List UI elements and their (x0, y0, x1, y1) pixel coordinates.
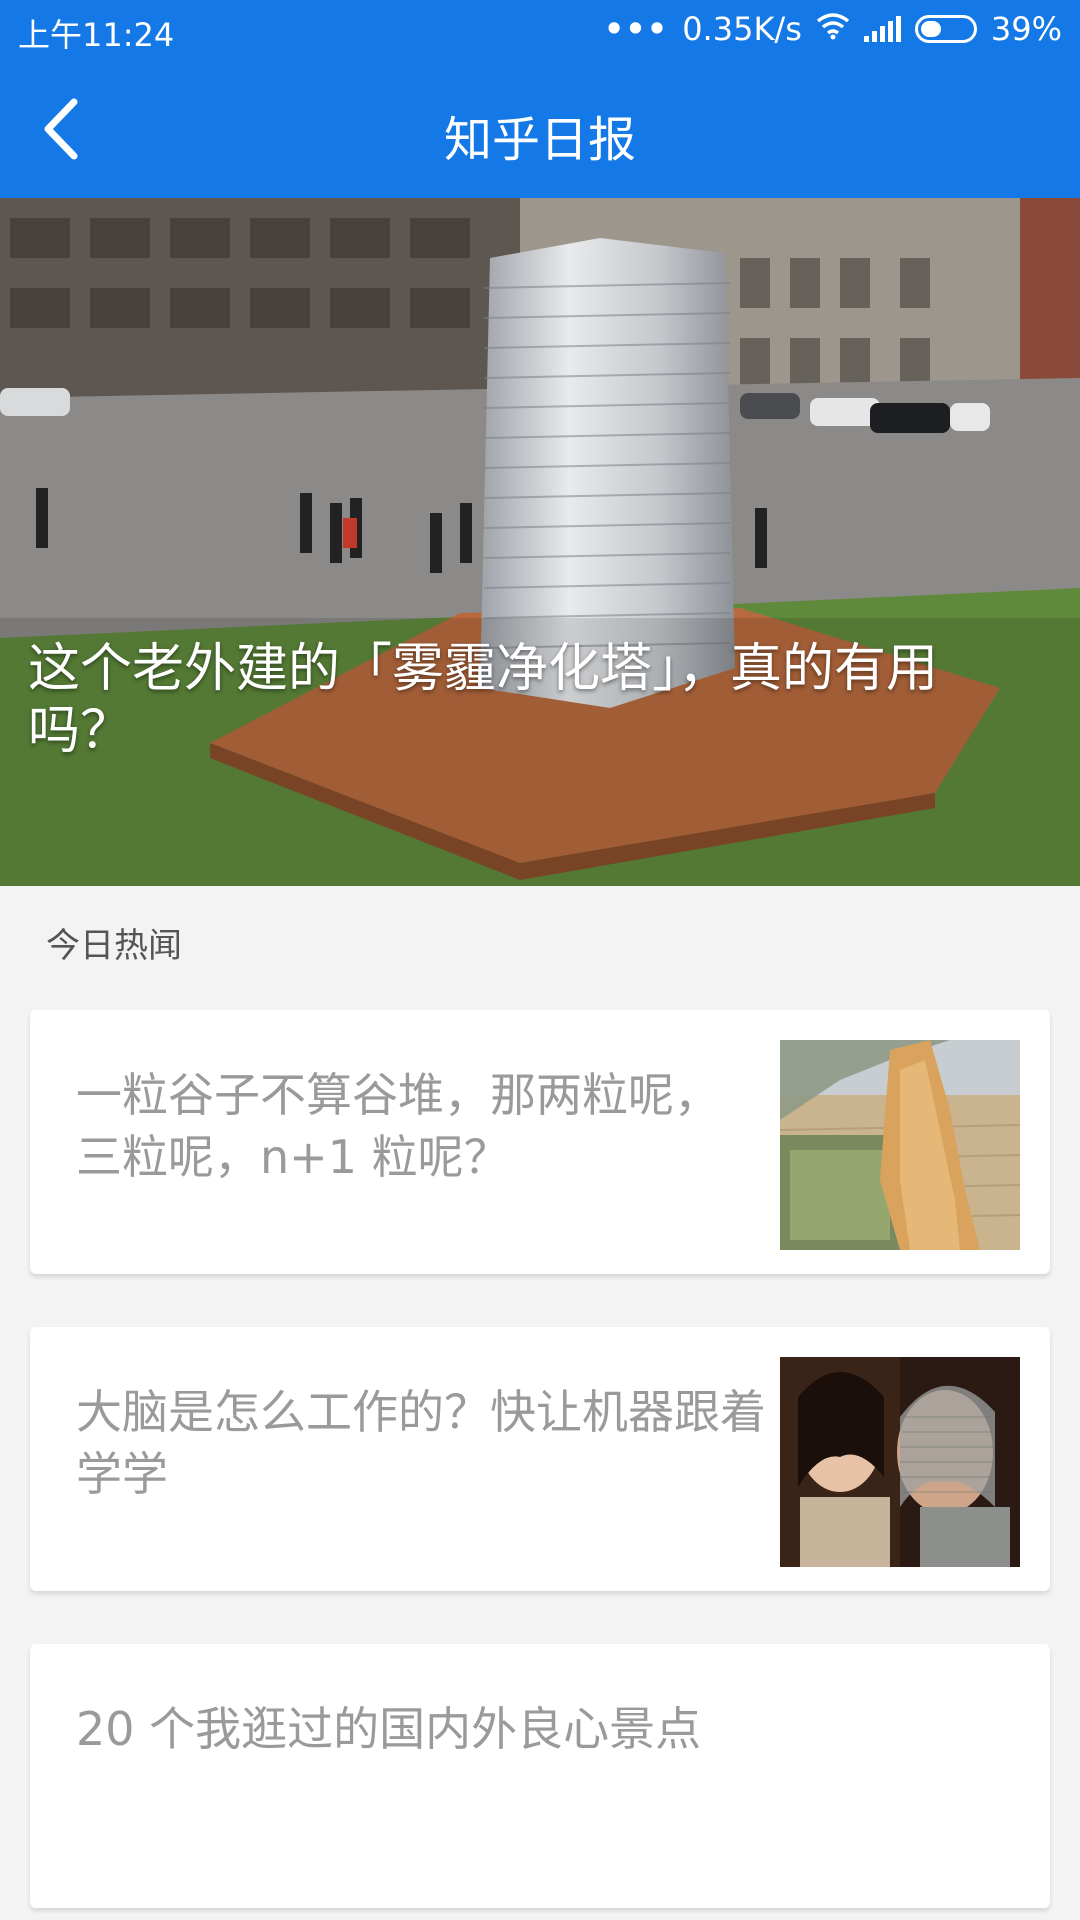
story-title: 一粒谷子不算谷堆，那两粒呢，三粒呢，n+1 粒呢？ (76, 1068, 720, 1184)
app-title: 知乎日报 (443, 112, 636, 168)
story-card[interactable]: 大脑是怎么工作的？快让机器跟着学学 (30, 1327, 1050, 1591)
hero-image (0, 198, 1080, 886)
story-card[interactable]: 20 个我逛过的国内外良心景点 (30, 1644, 1050, 1908)
network-speed: 0.35K/s (682, 10, 802, 48)
battery-icon (914, 15, 977, 43)
story-thumbnail-grain (780, 1040, 1020, 1250)
status-indicators: ••• 0.35K/s 39% (604, 10, 1062, 48)
battery-percent: 39% (990, 10, 1062, 48)
hero-title: 这个老外建的「雾霾净化塔」，真的有用吗？ (28, 639, 939, 761)
app-bar: 知乎日报 (0, 60, 1080, 198)
story-title: 大脑是怎么工作的？快让机器跟着学学 (76, 1385, 766, 1501)
story-thumbnail-robot (780, 1357, 1020, 1567)
story-title: 20 个我逛过的国内外良心景点 (76, 1702, 702, 1756)
signal-icon (863, 16, 901, 42)
story-card[interactable]: 一粒谷子不算谷堆，那两粒呢，三粒呢，n+1 粒呢？ (30, 1010, 1050, 1274)
more-dots-icon: ••• (603, 10, 669, 48)
status-time: 上午11:24 (18, 16, 175, 54)
section-header: 今日热闻 (46, 926, 182, 966)
battery-fill (920, 21, 941, 37)
hero-story[interactable]: 这个老外建的「雾霾净化塔」，真的有用吗？ (0, 198, 1080, 886)
wifi-icon (816, 10, 850, 48)
status-bar: 上午11:24 ••• 0.35K/s 39% (0, 0, 1080, 60)
